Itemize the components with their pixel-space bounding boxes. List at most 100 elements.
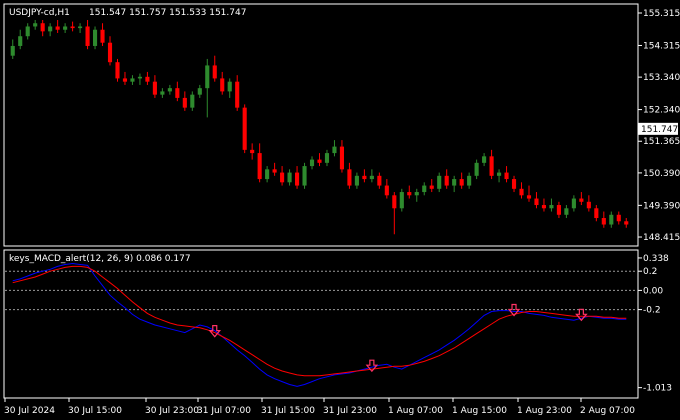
time-tick-label: 31 Jul 15:00: [261, 406, 315, 416]
candle-body: [100, 29, 105, 43]
candle-body: [182, 97, 187, 108]
price-tick-label: 155.315: [643, 9, 680, 19]
candle-body: [63, 26, 68, 30]
candle-body: [122, 78, 128, 82]
candle-body: [497, 172, 502, 176]
time-tick-label: 1 Aug 07:00: [388, 406, 443, 416]
current-price-tag-label: 151.747: [641, 125, 678, 135]
candle-body: [534, 198, 539, 206]
candle-body: [280, 172, 285, 183]
candle-body: [324, 153, 330, 163]
candle-body: [399, 192, 404, 209]
candle-body: [541, 205, 547, 209]
indicator-tick-label: -1.013: [643, 384, 672, 394]
candle-body: [55, 26, 60, 30]
time-tick-label: 30 Jul 23:00: [145, 406, 199, 416]
candle-body: [504, 172, 509, 180]
time-tick-label: 1 Aug 23:00: [517, 406, 572, 416]
candle-body: [339, 146, 345, 170]
candle-body: [33, 23, 38, 27]
candle-body: [235, 81, 240, 108]
candle-body: [369, 175, 374, 180]
candle-body: [332, 146, 337, 154]
time-tick-label: 31 Jul 07:00: [197, 406, 251, 416]
candle-body: [317, 159, 322, 163]
candle-body: [377, 175, 382, 186]
indicator-tick-label: 0.00: [643, 286, 663, 296]
price-tick-label: 151.365: [643, 137, 680, 147]
candle-body: [48, 26, 53, 32]
candle-body: [212, 65, 217, 79]
candle-body: [526, 195, 532, 199]
candle-body: [362, 175, 367, 180]
candle-body: [250, 149, 255, 154]
candle-body: [594, 208, 599, 219]
candle-body: [152, 81, 157, 95]
candle-body: [107, 42, 113, 63]
candle-body: [437, 175, 442, 189]
candle-body: [242, 107, 247, 150]
candle-body: [384, 185, 389, 196]
candle-body: [586, 201, 591, 209]
time-tick-label: 2 Aug 07:00: [580, 406, 635, 416]
indicator-label: keys_MACD_alert(12, 26, 9) 0.086 0.177: [9, 254, 191, 264]
candle-body: [556, 205, 561, 215]
candle-body: [407, 192, 412, 196]
ohlc-readout: 151.547 151.757 151.533 151.747: [89, 8, 246, 18]
candle-body: [287, 172, 292, 183]
candle-body: [452, 179, 457, 186]
candle-body: [459, 179, 464, 186]
candle-body: [564, 208, 569, 215]
candle-body: [474, 162, 479, 176]
candle-body: [92, 29, 98, 46]
candle-body: [160, 91, 165, 95]
candle-body: [115, 62, 120, 79]
candle-body: [190, 94, 195, 108]
candle-body: [227, 81, 232, 92]
candle-body: [309, 159, 315, 167]
time-tick-label: 31 Jul 23:00: [323, 406, 377, 416]
candle-body: [354, 175, 359, 186]
price-tick-label: 150.390: [643, 169, 680, 179]
candle-body: [257, 153, 262, 180]
indicator-tick-label: 0.2: [643, 267, 657, 277]
candle-body: [444, 175, 449, 186]
candle-body: [616, 214, 621, 222]
candle-body: [467, 175, 472, 186]
candle-body: [137, 76, 142, 79]
candle-body: [302, 166, 307, 186]
price-tick-label: 154.315: [643, 41, 680, 51]
indicator-tick-label: -0.2: [643, 306, 661, 316]
candle-body: [130, 78, 135, 82]
candle-body: [294, 172, 300, 186]
candle-body: [78, 26, 83, 29]
candle-body: [571, 198, 576, 209]
candle-body: [25, 26, 30, 37]
candle-body: [414, 192, 419, 196]
candle-body: [40, 23, 45, 32]
candle-body: [167, 88, 172, 92]
candle-body: [549, 205, 554, 209]
candle-body: [272, 169, 277, 173]
price-tick-label: 153.340: [643, 73, 680, 83]
candle-body: [10, 45, 15, 56]
chart-title: USDJPY-cd,H1: [9, 8, 70, 18]
candle-body: [70, 26, 75, 29]
candle-body: [519, 188, 524, 196]
candle-body: [511, 179, 517, 189]
candle-body: [601, 218, 606, 225]
price-tick-label: 152.340: [643, 106, 680, 116]
current-price-tag: 151.747: [638, 122, 678, 135]
candle-body: [482, 156, 487, 163]
candle-body: [429, 185, 434, 189]
candle-body: [175, 88, 180, 98]
candle-body: [392, 195, 397, 209]
candle-body: [422, 185, 427, 193]
time-tick-label: 30 Jul 15:00: [68, 406, 122, 416]
chart-background: [0, 0, 680, 420]
trading-chart[interactable]: 155.315 154.315 153.340 152.340 151.365 150.3…: [0, 0, 680, 420]
price-tick-label: 149.390: [643, 201, 680, 211]
candle-body: [18, 36, 23, 46]
candle-body: [489, 156, 494, 176]
time-tick-label: 1 Aug 15:00: [452, 406, 507, 416]
